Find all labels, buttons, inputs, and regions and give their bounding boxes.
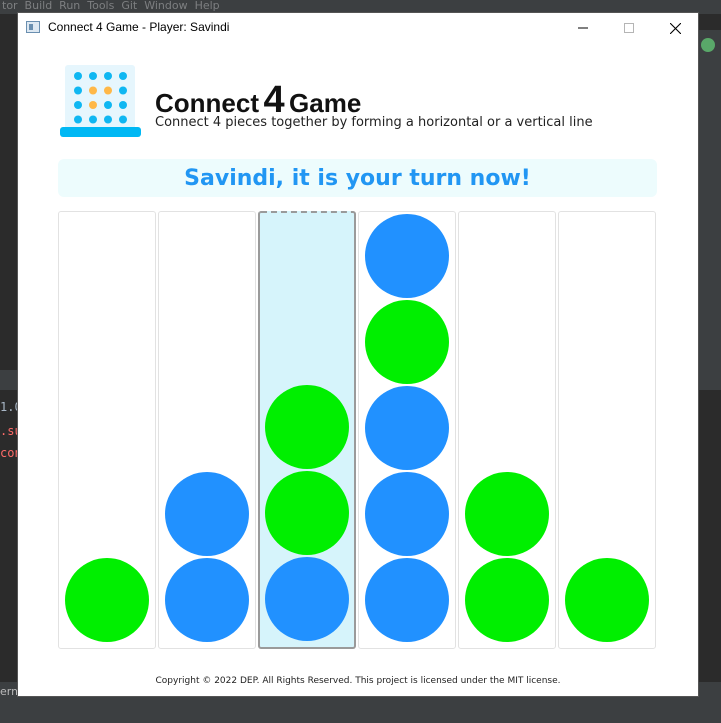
app-window-icon <box>26 21 40 33</box>
debug-bug-icon[interactable] <box>701 38 715 52</box>
game-piece-player2 <box>265 385 349 469</box>
title-word-connect: Connect <box>155 88 259 118</box>
board-column-6[interactable] <box>558 211 656 649</box>
maximize-button[interactable] <box>606 13 652 43</box>
game-piece-player1 <box>165 472 249 556</box>
board-column-1[interactable] <box>58 211 156 649</box>
game-piece-player1 <box>265 557 349 641</box>
game-board <box>58 211 658 651</box>
turn-status-text: Savindi, it is your turn now! <box>184 165 531 191</box>
board-column-4[interactable] <box>358 211 456 649</box>
game-piece-player1 <box>365 558 449 642</box>
game-piece-player2 <box>65 558 149 642</box>
minimize-button[interactable] <box>560 13 606 43</box>
window-title: Connect 4 Game - Player: Savindi <box>48 20 230 34</box>
game-piece-player2 <box>265 471 349 555</box>
app-window: Connect 4 Game - Player: Savindi Connect… <box>18 13 698 696</box>
game-piece-player1 <box>365 472 449 556</box>
game-piece-player2 <box>565 558 649 642</box>
game-piece-player1 <box>365 214 449 298</box>
page-subtitle: Connect 4 pieces together by forming a h… <box>155 115 593 130</box>
ide-side-toolbar <box>698 30 721 370</box>
board-column-2[interactable] <box>158 211 256 649</box>
game-piece-player1 <box>365 386 449 470</box>
close-icon <box>669 22 681 34</box>
board-column-3[interactable] <box>258 211 356 649</box>
game-piece-player1 <box>165 558 249 642</box>
game-piece-player2 <box>465 558 549 642</box>
game-piece-player2 <box>465 472 549 556</box>
board-column-5[interactable] <box>458 211 556 649</box>
title-word-game: Game <box>289 88 362 118</box>
title-bar[interactable]: Connect 4 Game - Player: Savindi <box>18 13 698 43</box>
ide-menu-bar: tor Build Run Tools Git Window Help <box>0 0 721 14</box>
maximize-icon <box>624 23 634 33</box>
connect-four-logo-icon <box>60 65 141 137</box>
close-button[interactable] <box>652 13 698 43</box>
turn-status-banner: Savindi, it is your turn now! <box>58 159 657 197</box>
game-piece-player2 <box>365 300 449 384</box>
ide-menu-text: tor Build Run Tools Git Window Help <box>2 0 220 12</box>
minimize-icon <box>578 27 588 29</box>
copyright-footer: Copyright © 2022 DEP. All Rights Reserve… <box>155 676 561 686</box>
